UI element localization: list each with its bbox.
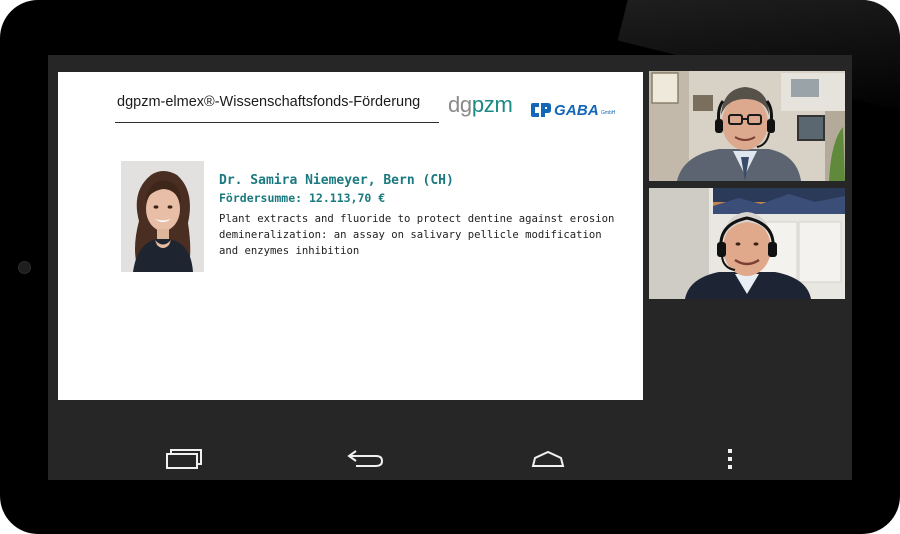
recent-apps-icon bbox=[166, 449, 202, 469]
awardee-portrait-image bbox=[121, 161, 204, 272]
recent-apps-button[interactable] bbox=[164, 447, 204, 471]
awardee-name: Dr. Samira Niemeyer, Bern (CH) bbox=[219, 173, 454, 188]
navigation-bar bbox=[48, 439, 852, 480]
tablet-frame: dgpzm-elmex®-Wissenschaftsfonds-Förderun… bbox=[0, 0, 900, 534]
participant-2-image bbox=[649, 188, 845, 299]
participant-video-1[interactable] bbox=[649, 71, 845, 181]
participant-1-image bbox=[649, 71, 845, 181]
dgpzm-logo: dgpzm bbox=[448, 94, 513, 116]
project-description: Plant extracts and fluoride to protect d… bbox=[219, 213, 615, 257]
menu-button[interactable] bbox=[710, 447, 750, 471]
dgpzm-logo-dg: dg bbox=[448, 92, 472, 117]
menu-icon bbox=[728, 449, 732, 469]
awardee-photo bbox=[121, 161, 204, 272]
screen: dgpzm-elmex®-Wissenschaftsfonds-Förderun… bbox=[48, 55, 852, 480]
front-camera bbox=[19, 262, 30, 273]
shared-slide: dgpzm-elmex®-Wissenschaftsfonds-Förderun… bbox=[58, 72, 643, 400]
home-button[interactable] bbox=[528, 447, 568, 471]
funding-amount: Fördersumme: 12.113,70 € bbox=[219, 191, 386, 205]
participant-video-2[interactable] bbox=[649, 188, 845, 299]
home-icon bbox=[531, 450, 565, 467]
dgpzm-logo-pzm: pzm bbox=[471, 92, 513, 117]
back-button[interactable] bbox=[346, 447, 386, 471]
gaba-mark-icon bbox=[531, 103, 551, 117]
gaba-logo-text: GABA bbox=[554, 101, 599, 119]
gaba-logo: GABA GmbH bbox=[530, 100, 615, 120]
slide-title: dgpzm-elmex®-Wissenschaftsfonds-Förderun… bbox=[117, 94, 421, 110]
title-divider bbox=[115, 122, 439, 123]
back-icon bbox=[347, 450, 384, 467]
gaba-logo-suffix: GmbH bbox=[600, 109, 616, 116]
